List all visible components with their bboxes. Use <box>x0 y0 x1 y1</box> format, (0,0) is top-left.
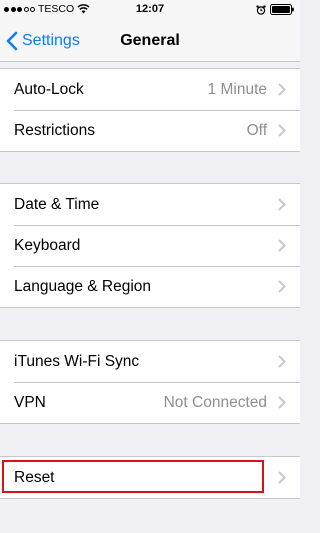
row-reset[interactable]: Reset <box>0 457 300 498</box>
chevron-right-icon <box>278 83 286 96</box>
settings-group-network: iTunes Wi-Fi Sync VPN Not Connected <box>0 340 300 424</box>
row-restrictions[interactable]: Restrictions Off <box>0 110 300 151</box>
chevron-right-icon <box>278 198 286 211</box>
row-label: VPN <box>14 394 46 411</box>
settings-group-reset: Reset <box>0 456 300 499</box>
status-right <box>256 4 294 15</box>
navigation-bar: Settings General <box>0 20 300 62</box>
row-itunes-wifi-sync[interactable]: iTunes Wi-Fi Sync <box>0 341 300 382</box>
row-keyboard[interactable]: Keyboard <box>0 225 300 266</box>
row-label: Reset <box>14 469 55 486</box>
row-vpn[interactable]: VPN Not Connected <box>0 382 300 423</box>
row-value: 1 Minute <box>207 81 267 98</box>
alarm-clock-icon <box>256 4 266 15</box>
row-label: Auto-Lock <box>14 81 84 98</box>
row-label: Language & Region <box>14 278 152 295</box>
status-bar: TESCO 12:07 <box>0 0 300 20</box>
row-value: Not Connected <box>163 394 267 411</box>
row-label: iTunes Wi-Fi Sync <box>14 353 140 370</box>
chevron-right-icon <box>278 124 286 137</box>
chevron-right-icon <box>278 280 286 293</box>
back-button-settings[interactable]: Settings <box>6 20 80 62</box>
row-auto-lock[interactable]: Auto-Lock 1 Minute <box>0 69 300 110</box>
chevron-right-icon <box>278 355 286 368</box>
back-button-label: Settings <box>22 32 80 49</box>
status-time: 12:07 <box>135 3 165 15</box>
row-language-region[interactable]: Language & Region <box>0 266 300 307</box>
chevron-right-icon <box>278 471 286 484</box>
battery-icon <box>270 4 294 15</box>
row-date-time[interactable]: Date & Time <box>0 184 300 225</box>
chevron-left-icon <box>6 31 18 51</box>
chevron-right-icon <box>278 396 286 409</box>
chevron-right-icon <box>278 239 286 252</box>
row-label: Restrictions <box>14 122 95 139</box>
row-label: Keyboard <box>14 237 81 254</box>
row-value: Off <box>246 122 267 139</box>
settings-group-lock: Auto-Lock 1 Minute Restrictions Off <box>0 68 300 152</box>
settings-group-locale: Date & Time Keyboard Language & Region <box>0 183 300 308</box>
row-label: Date & Time <box>14 196 100 213</box>
